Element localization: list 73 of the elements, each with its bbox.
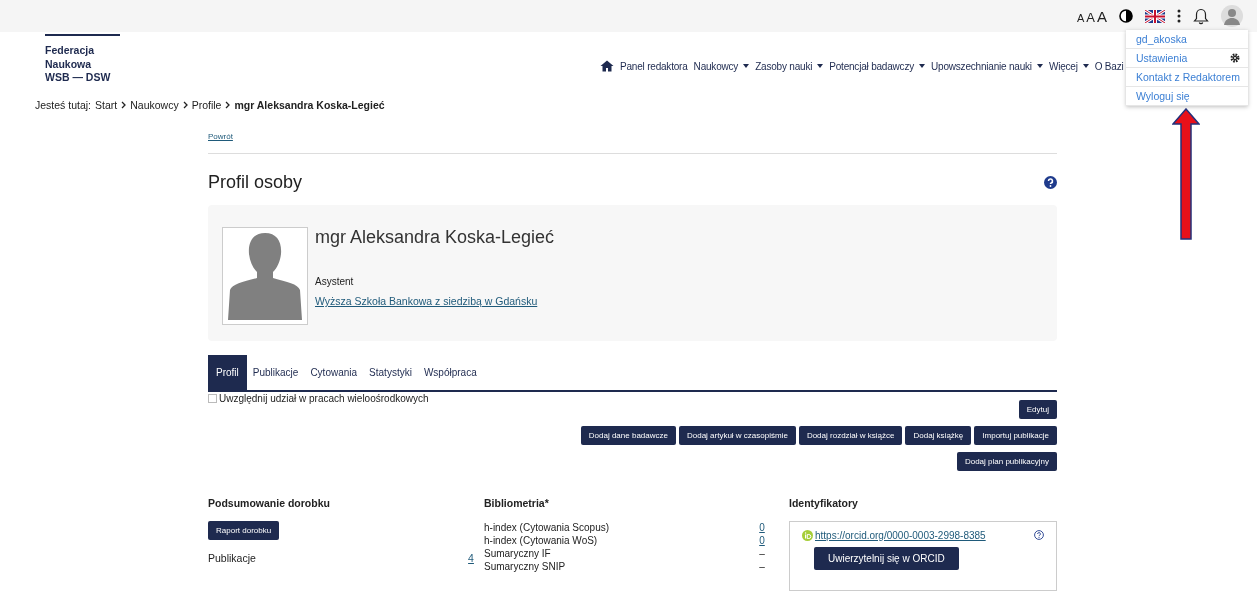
menu-item[interactable]: gd_akoska xyxy=(1126,30,1248,49)
tab[interactable]: Profil xyxy=(208,354,247,390)
nav-link[interactable]: Potencjał badawczy xyxy=(829,60,925,72)
chevron-icon xyxy=(121,100,127,109)
caret-icon xyxy=(919,64,925,68)
help-icon[interactable] xyxy=(1044,175,1057,189)
menu-item[interactable]: Wyloguj się xyxy=(1126,87,1248,106)
tab[interactable]: Współpraca xyxy=(417,354,483,390)
caret-icon xyxy=(743,64,750,68)
breadcrumb-label: Jesteś tutaj: xyxy=(35,98,92,111)
avatar-icon[interactable] xyxy=(1221,5,1243,27)
tab[interactable]: Publikacje xyxy=(246,354,305,390)
page-title: Profil osoby xyxy=(208,171,303,193)
breadcrumb-link[interactable]: Naukowcy xyxy=(130,98,179,111)
action-button[interactable]: Dodaj dane badawcze xyxy=(580,425,676,445)
contrast-icon[interactable] xyxy=(1119,9,1133,23)
edit-button[interactable]: Edytuj xyxy=(1018,399,1057,419)
orcid-auth-button[interactable]: Uwierzytelnij się w ORCID xyxy=(814,546,959,570)
metric-value: – xyxy=(758,546,766,560)
tab[interactable]: Statystyki xyxy=(363,354,418,390)
nav-link[interactable]: Naukowcy xyxy=(693,60,750,72)
caret-icon xyxy=(817,64,824,68)
stat-label: Publikacje xyxy=(208,551,256,564)
breadcrumb-link[interactable]: Profile xyxy=(191,98,222,111)
caret-icon xyxy=(1082,64,1089,68)
person-name: mgr Aleksandra Koska-Legieć xyxy=(315,226,555,248)
position-text: Asystent xyxy=(315,275,355,287)
back-link[interactable]: Powrót xyxy=(208,131,233,141)
section-title: Podsumowanie dorobku xyxy=(208,496,331,509)
bell-icon[interactable] xyxy=(1193,7,1209,25)
metric-label: Sumaryczny SNIP xyxy=(484,559,566,573)
metric-label: Sumaryczny IF xyxy=(484,546,551,560)
font-size-button[interactable]: A xyxy=(1097,7,1107,25)
checkbox[interactable] xyxy=(208,393,217,403)
nav-link[interactable]: Więcej xyxy=(1048,60,1089,72)
action-button[interactable]: Dodaj rozdział w książce xyxy=(798,425,903,445)
nav-link[interactable]: Zasoby nauki xyxy=(755,60,824,72)
logo[interactable]: Federacja Naukowa WSB — DSW xyxy=(45,34,120,85)
settings-icon[interactable] xyxy=(1230,53,1240,63)
action-button[interactable]: Importuj publikacje xyxy=(974,425,1057,445)
section-title: Identyfikatory xyxy=(789,496,859,509)
section-title: Bibliometria* xyxy=(484,496,550,509)
metric-label: h-index (Cytowania WoS) xyxy=(484,533,598,547)
metric-value[interactable]: 0 xyxy=(755,533,769,547)
caret-icon xyxy=(1036,64,1043,68)
action-button[interactable]: Dodaj artykuł w czasopiśmie xyxy=(678,425,796,445)
help-icon[interactable] xyxy=(1034,530,1044,541)
metric-label: h-index (Cytowania Scopus) xyxy=(484,520,610,534)
checkbox-label: Uwzględnij udział w pracach wieloośrodkowych xyxy=(219,392,429,404)
orcid-link[interactable]: https://orcid.org/0000-0003-2998-8385 xyxy=(815,529,986,541)
font-size-button[interactable]: A xyxy=(1076,11,1085,24)
affiliation-link[interactable]: Wyższa Szkoła Bankowa z siedzibą w Gdańsku xyxy=(315,294,538,307)
orcid-icon xyxy=(802,529,813,541)
nav-link[interactable]: Panel redaktora xyxy=(620,60,688,72)
action-button[interactable]: Dodaj plan publikacyjny xyxy=(956,451,1057,471)
menu-item[interactable]: Kontakt z Redaktorem xyxy=(1126,68,1248,87)
tab[interactable]: Cytowania xyxy=(304,354,364,390)
menu-item[interactable]: Ustawienia xyxy=(1126,49,1248,68)
more-icon[interactable] xyxy=(1177,9,1181,23)
stat-value[interactable]: 4 xyxy=(464,551,478,564)
metric-value[interactable]: 0 xyxy=(755,520,769,534)
chevron-icon xyxy=(182,100,188,109)
metric-value: – xyxy=(758,559,766,573)
breadcrumb-current: mgr Aleksandra Koska-Legieć xyxy=(234,98,385,111)
font-size-button[interactable]: A xyxy=(1086,9,1095,25)
action-button[interactable]: Dodaj książkę xyxy=(905,425,972,445)
nav-link[interactable]: Upowszechnianie nauki xyxy=(931,60,1043,72)
report-button[interactable]: Raport dorobku xyxy=(208,520,280,540)
breadcrumb-link[interactable]: Start xyxy=(95,98,118,111)
nav-link[interactable]: O Bazi xyxy=(1094,60,1124,72)
chevron-icon xyxy=(225,100,231,109)
flag-icon[interactable] xyxy=(1145,9,1165,23)
home-icon[interactable] xyxy=(600,60,614,72)
